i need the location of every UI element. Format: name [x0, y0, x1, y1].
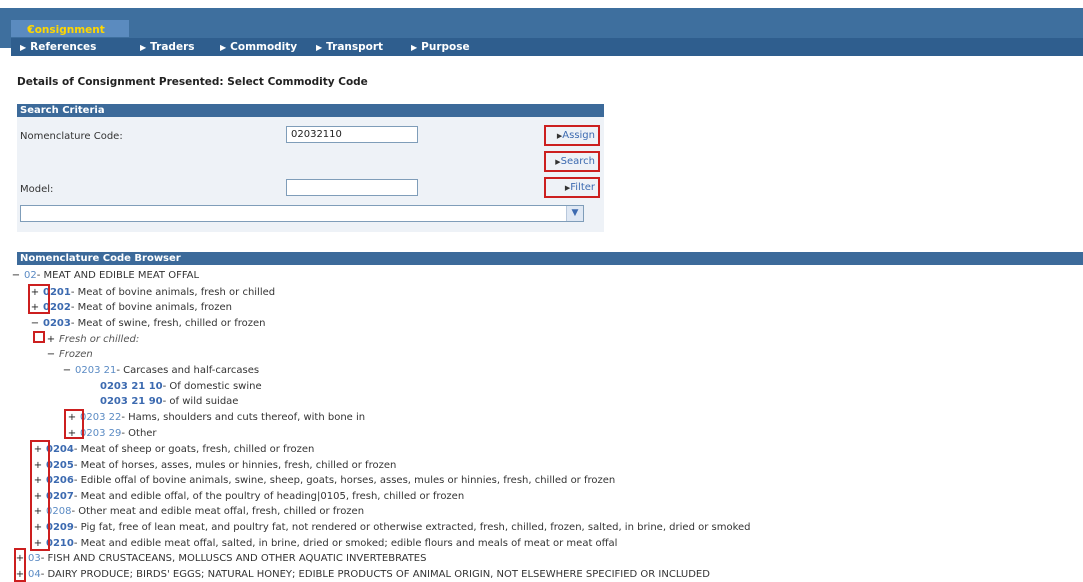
expand-icon[interactable]: + [46, 332, 56, 347]
nomenclature-code-label: Nomenclature Code: [20, 131, 123, 142]
tree-description: - MEAT AND EDIBLE MEAT OFFAL [36, 270, 200, 281]
tree-row[interactable]: +0207- Meat and edible offal, of the pou… [33, 489, 464, 504]
tree-description: - Edible offal of bovine animals, swine,… [73, 475, 616, 486]
tab-consignment[interactable]: ▾ Consignment [11, 20, 129, 37]
tree-row[interactable]: +0201- Meat of bovine animals, fresh or … [30, 285, 275, 300]
tree-description: - Hams, shoulders and cuts thereof, with… [121, 412, 366, 423]
collapse-icon[interactable]: − [46, 347, 56, 362]
tree-row[interactable]: +04- DAIRY PRODUCE; BIRDS' EGGS; NATURAL… [15, 567, 710, 582]
tree-row[interactable]: 0203 21 10- Of domestic swine [100, 379, 262, 394]
tree-row[interactable]: −02- MEAT AND EDIBLE MEAT OFFAL [11, 268, 199, 283]
tree-description: - Carcases and half-carcases [116, 365, 260, 376]
collapse-icon[interactable]: − [62, 363, 72, 378]
tree-row[interactable]: +0205- Meat of horses, asses, mules or h… [33, 458, 397, 473]
arrow-right-icon: ▶ [20, 43, 27, 52]
tree-row[interactable]: +0203 22- Hams, shoulders and cuts there… [67, 410, 365, 425]
arrow-right-icon: ▶ [411, 43, 418, 52]
tree-description: - Other [121, 428, 157, 439]
tree-row[interactable]: −0203- Meat of swine, fresh, chilled or … [30, 316, 266, 331]
highlight-box [64, 409, 84, 439]
highlight-box [28, 284, 50, 314]
model-input[interactable] [286, 179, 418, 196]
tree-description: - of wild suidae [162, 396, 239, 407]
tree-description: - Other meat and edible meat offal, fres… [71, 506, 365, 517]
tree-code[interactable]: 04 [28, 569, 41, 580]
tree-description: - Meat of sheep or goats, fresh, chilled… [73, 444, 315, 455]
search-button[interactable]: ▶Search [544, 151, 600, 172]
arrow-right-icon: ▶ [220, 43, 227, 52]
nav-commodity[interactable]: ▶ Commodity [220, 41, 297, 53]
tree-code[interactable]: 0203 [43, 318, 71, 329]
tree-description: - Meat of swine, fresh, chilled or froze… [70, 318, 266, 329]
tree-row[interactable]: −0203 21- Carcases and half-carcases [62, 363, 259, 378]
collapse-icon[interactable]: − [30, 316, 40, 331]
highlight-box [30, 440, 50, 551]
tree-description: - Meat of bovine animals, frozen [70, 302, 233, 313]
tree-row[interactable]: +0206- Edible offal of bovine animals, s… [33, 473, 615, 488]
tree-code[interactable]: 0206 [46, 475, 74, 486]
tree-description: - DAIRY PRODUCE; BIRDS' EGGS; NATURAL HO… [40, 569, 710, 580]
tree-row[interactable]: +0202- Meat of bovine animals, frozen [30, 300, 232, 315]
tree-code[interactable]: 0203 21 [75, 365, 116, 376]
highlight-box [14, 548, 26, 582]
sub-navigation: ▶ References ▶ Traders ▶ Commodity ▶ Transpo… [11, 38, 1083, 56]
tree-code[interactable]: 0203 21 10 [100, 381, 163, 392]
tree-row[interactable]: +0209- Pig fat, free of lean meat, and p… [33, 520, 751, 535]
page-title: Details of Consignment Presented: Select… [17, 76, 368, 88]
tree-row[interactable]: − Frozen [46, 347, 93, 362]
nav-traders[interactable]: ▶ Traders [140, 41, 195, 53]
tree-code[interactable]: 0204 [46, 444, 74, 455]
nomenclature-code-input[interactable]: 02032110 [286, 126, 418, 143]
tree-row[interactable]: +0210- Meat and edible meat offal, salte… [33, 536, 618, 551]
tree-code[interactable]: 02 [24, 270, 37, 281]
nav-references[interactable]: ▶ References [20, 41, 96, 53]
tree-code[interactable]: 0203 22 [80, 412, 121, 423]
tree-code[interactable]: 0207 [46, 491, 74, 502]
tree-code[interactable]: 0209 [46, 522, 74, 533]
filter-button[interactable]: ▶Filter [544, 177, 600, 198]
tree-code[interactable]: 0205 [46, 460, 74, 471]
top-navigation: ▾ Consignment ▶ References ▶ Traders ▶ Comm… [0, 8, 1083, 56]
model-select[interactable]: ▼ [20, 205, 584, 222]
collapse-icon[interactable]: − [11, 268, 21, 283]
tree-description: Fresh or chilled: [59, 334, 140, 345]
tree-description: - Meat of bovine animals, fresh or chill… [70, 287, 276, 298]
model-label: Model: [20, 184, 54, 195]
nav-transport[interactable]: ▶ Transport [316, 41, 383, 53]
tree-description: - Of domestic swine [162, 381, 262, 392]
tree-description: - Meat of horses, asses, mules or hinnie… [73, 460, 397, 471]
tree-row[interactable]: 0203 21 90- of wild suidae [100, 394, 238, 409]
tree-row[interactable]: +0208- Other meat and edible meat offal,… [33, 504, 364, 519]
tree-row[interactable]: +0204- Meat of sheep or goats, fresh, ch… [33, 442, 315, 457]
chevron-down-icon[interactable]: ▼ [566, 206, 583, 221]
tree-description: - FISH AND CRUSTACEANS, MOLLUSCS AND OTH… [40, 553, 427, 564]
assign-button[interactable]: ▶Assign [544, 125, 600, 146]
tree-code[interactable]: 03 [28, 553, 41, 564]
search-criteria-header: Search Criteria [17, 104, 604, 117]
tree-description: - Meat and edible meat offal, salted, in… [73, 538, 618, 549]
tree-row[interactable]: +03- FISH AND CRUSTACEANS, MOLLUSCS AND … [15, 551, 427, 566]
nomenclature-browser-header: Nomenclature Code Browser [17, 252, 1083, 265]
tree-code[interactable]: 0203 29 [80, 428, 121, 439]
nav-purpose[interactable]: ▶ Purpose [411, 41, 470, 53]
tree-description: Frozen [59, 349, 93, 360]
tree-description: - Pig fat, free of lean meat, and poultr… [73, 522, 751, 533]
arrow-right-icon: ▶ [316, 43, 323, 52]
tree-code[interactable]: 0210 [46, 538, 74, 549]
tree-description: - Meat and edible offal, of the poultry … [73, 491, 465, 502]
highlight-box [33, 331, 45, 343]
tree-code[interactable]: 0203 21 90 [100, 396, 163, 407]
tree-row[interactable]: + Fresh or chilled: [46, 332, 139, 347]
arrow-right-icon: ▶ [140, 43, 147, 52]
